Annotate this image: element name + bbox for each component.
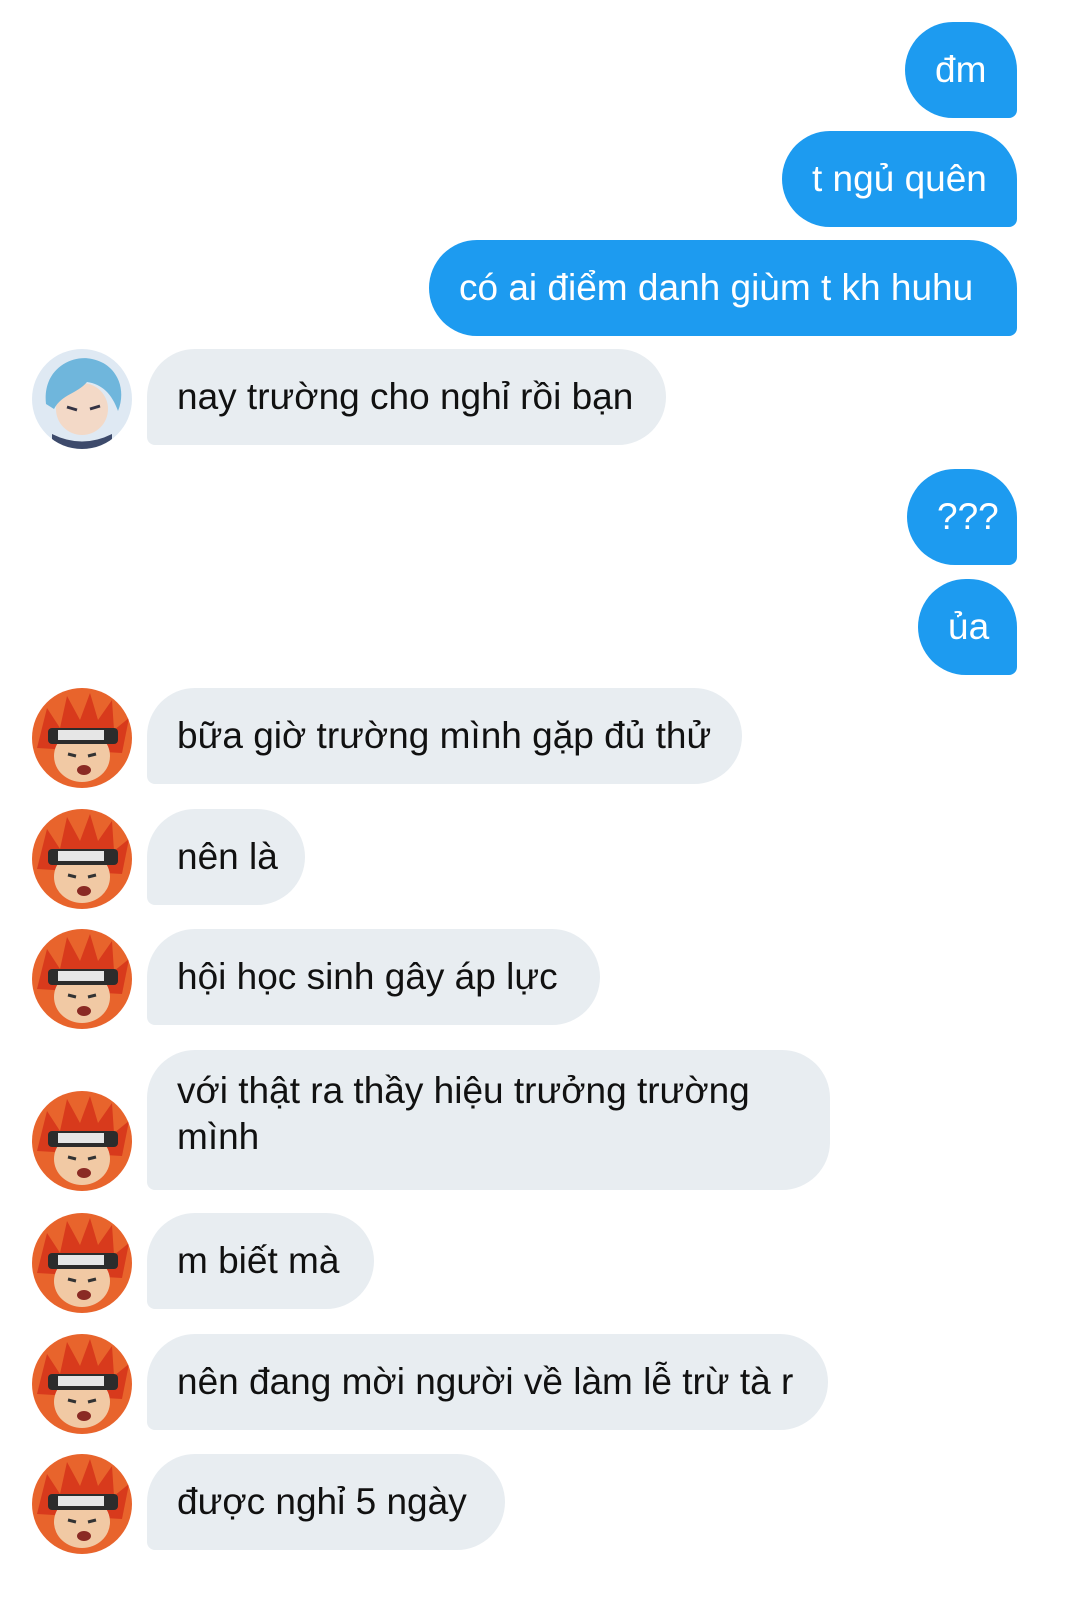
red-hair-avatar[interactable]: [32, 688, 132, 788]
message-bubble-incoming[interactable]: hội học sinh gây áp lực: [147, 929, 600, 1025]
message-text: nên là: [177, 836, 278, 877]
message-text: với thật ra thầy hiệu trưởng trường mình: [177, 1070, 750, 1157]
message-bubble-outgoing[interactable]: có ai điểm danh giùm t kh huhu: [429, 240, 1017, 336]
message-bubble-outgoing[interactable]: ???: [907, 469, 1017, 565]
message-bubble-outgoing[interactable]: t ngủ quên: [782, 131, 1017, 227]
message-text: m biết mà: [177, 1240, 340, 1281]
message-text: nên đang mời người về làm lễ trừ tà r: [177, 1361, 794, 1402]
message-bubble-incoming[interactable]: nên là: [147, 809, 305, 905]
message-bubble-incoming[interactable]: bữa giờ trường mình gặp đủ thử: [147, 688, 742, 784]
message-text: ???: [937, 496, 999, 537]
message-text: t ngủ quên: [812, 158, 987, 199]
message-bubble-incoming[interactable]: nay trường cho nghỉ rồi bạn: [147, 349, 666, 445]
message-bubble-incoming[interactable]: với thật ra thầy hiệu trưởng trường mình: [147, 1050, 830, 1190]
red-hair-avatar[interactable]: [32, 1454, 132, 1554]
message-text: ủa: [948, 606, 990, 647]
message-text: nay trường cho nghỉ rồi bạn: [177, 376, 634, 417]
message-text: đm: [935, 49, 987, 90]
message-bubble-incoming[interactable]: nên đang mời người về làm lễ trừ tà r: [147, 1334, 828, 1430]
message-bubble-outgoing[interactable]: đm: [905, 22, 1017, 118]
red-hair-avatar[interactable]: [32, 1334, 132, 1434]
message-text: có ai điểm danh giùm t kh huhu: [459, 267, 974, 308]
message-text: bữa giờ trường mình gặp đủ thử: [177, 715, 712, 756]
red-hair-avatar[interactable]: [32, 1213, 132, 1313]
message-bubble-incoming[interactable]: được nghỉ 5 ngày: [147, 1454, 505, 1550]
message-bubble-incoming[interactable]: m biết mà: [147, 1213, 374, 1309]
red-hair-avatar[interactable]: [32, 1091, 132, 1191]
blue-hair-avatar[interactable]: [32, 349, 132, 449]
red-hair-avatar[interactable]: [32, 929, 132, 1029]
red-hair-avatar[interactable]: [32, 809, 132, 909]
message-text: được nghỉ 5 ngày: [177, 1481, 467, 1522]
message-text: hội học sinh gây áp lực: [177, 956, 558, 997]
message-bubble-outgoing[interactable]: ủa: [918, 579, 1017, 675]
